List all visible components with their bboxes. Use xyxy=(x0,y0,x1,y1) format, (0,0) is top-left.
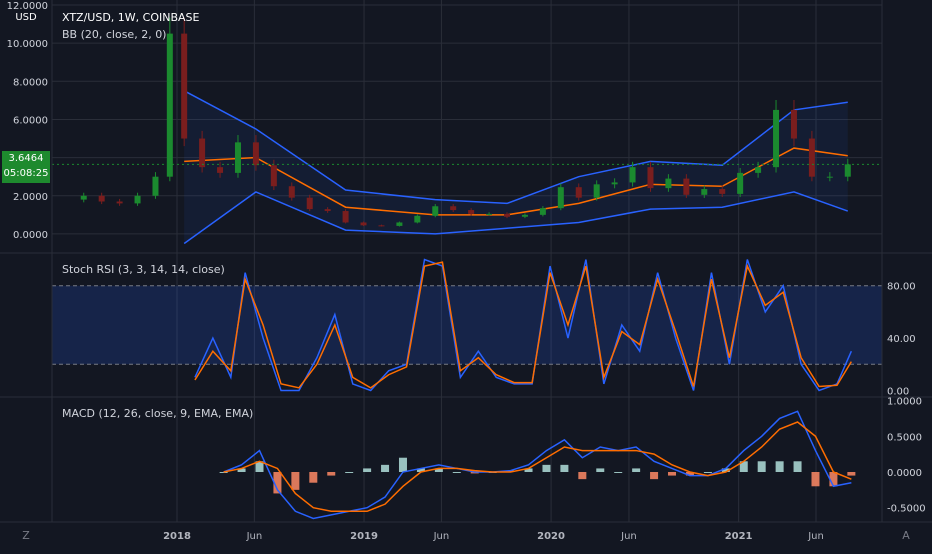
candle-body xyxy=(378,225,385,227)
chart-svg[interactable]: 2018 Jun 2019 Jun 2020 Jun 2021 Jun 12.0000 10.00… xyxy=(0,0,932,550)
candle-body xyxy=(486,213,493,215)
y-tick-label: 6.0000 xyxy=(13,115,48,126)
symbol-title[interactable]: XTZ/USD, 1W, COINBASE xyxy=(62,11,200,24)
macd-histogram-bar xyxy=(614,472,623,473)
candle-body xyxy=(790,109,797,139)
macd-histogram-bar xyxy=(560,464,569,472)
chart-stage: 2018 Jun 2019 Jun 2020 Jun 2021 Jun 12.0000 10.00… xyxy=(0,0,932,550)
macd-histogram-bar xyxy=(578,472,587,480)
y-tick-label: 0.0000 xyxy=(13,230,48,241)
x-tick-label: Jun xyxy=(246,531,263,542)
candle-body xyxy=(134,195,141,204)
stoch-y-tick-label: 80.00 xyxy=(887,282,916,293)
candle-body xyxy=(306,197,313,210)
macd-histogram-bar xyxy=(847,472,856,476)
bar-countdown: 05:08:25 xyxy=(3,168,49,179)
macd-histogram-bar xyxy=(291,472,300,490)
stoch-y-tick-label: 40.00 xyxy=(887,334,916,345)
candle-body xyxy=(217,167,224,173)
auto-scale-button[interactable]: A xyxy=(902,529,910,542)
macd-histogram-bar xyxy=(398,457,407,472)
macd-histogram-bar xyxy=(452,472,461,473)
candle-body xyxy=(611,182,618,185)
candle-body xyxy=(360,222,367,226)
candle-body xyxy=(539,208,546,215)
x-tick-label: 2019 xyxy=(350,531,378,542)
candle-body xyxy=(504,213,511,217)
candle-body xyxy=(80,195,87,200)
candle-body xyxy=(683,178,690,195)
candle-body xyxy=(844,164,851,177)
candle-body xyxy=(166,33,173,177)
candle-body xyxy=(432,206,439,216)
y-tick-label: 12.0000 xyxy=(7,1,48,12)
macd-y-tick-label: -0.5000 xyxy=(887,504,926,515)
macd-histogram-bar xyxy=(793,461,802,472)
candle-body xyxy=(773,109,780,168)
currency-label: USD xyxy=(15,12,37,23)
candle-body xyxy=(414,215,421,223)
x-tick-label: 2021 xyxy=(725,531,753,542)
candle-body xyxy=(396,222,403,226)
macd-histogram-bar xyxy=(327,472,336,476)
macd-histogram-bar xyxy=(345,472,354,473)
candle-body xyxy=(252,142,259,166)
macd-histogram-bar xyxy=(757,461,766,472)
candle-body xyxy=(324,209,331,212)
zoom-button[interactable]: Z xyxy=(22,529,30,542)
x-tick-label: Jun xyxy=(433,531,450,542)
candle-body xyxy=(647,167,654,189)
macd-histogram-bar xyxy=(596,468,605,472)
candle-body xyxy=(116,201,123,204)
x-tick-label: Jun xyxy=(807,531,824,542)
macd-histogram-bar xyxy=(363,468,372,472)
macd-y-tick-label: 1.0000 xyxy=(887,397,922,408)
macd-histogram-bar xyxy=(632,468,641,472)
x-tick-label: 2018 xyxy=(163,531,191,542)
stoch-rsi-legend[interactable]: Stoch RSI (3, 3, 14, 14, close) xyxy=(62,263,225,276)
macd-histogram-bar xyxy=(542,464,551,472)
candle-body xyxy=(152,176,159,196)
candle-body xyxy=(288,186,295,198)
candle-body xyxy=(468,210,475,214)
macd-histogram-bar xyxy=(775,461,784,472)
y-tick-label: 10.0000 xyxy=(7,39,48,50)
candle-body xyxy=(808,138,815,177)
macd-histogram-bar xyxy=(650,472,659,480)
candle-body xyxy=(98,195,105,202)
stoch-band-fill xyxy=(52,285,882,365)
macd-histogram-bar xyxy=(811,472,820,487)
macd-histogram-bar xyxy=(309,472,318,483)
candle-body xyxy=(181,33,188,139)
macd-y-tick-label: 0.5000 xyxy=(887,432,922,443)
candle-body xyxy=(575,187,582,198)
candle-body xyxy=(450,206,457,211)
candle-body xyxy=(557,187,564,209)
x-tick-label: 2020 xyxy=(537,531,565,542)
y-tick-label: 2.0000 xyxy=(13,192,48,203)
candle-body xyxy=(199,138,206,168)
candle-body xyxy=(234,142,241,173)
y-tick-label: 8.0000 xyxy=(13,77,48,88)
candle-body xyxy=(719,189,726,194)
macd-histogram-bar xyxy=(668,472,677,476)
candle-body xyxy=(629,167,636,183)
bb-legend[interactable]: BB (20, close, 2, 0) xyxy=(62,28,166,41)
macd-y-tick-label: 0.0000 xyxy=(887,468,922,479)
macd-legend[interactable]: MACD (12, 26, close, 9, EMA, EMA) xyxy=(62,407,253,420)
candle-body xyxy=(701,189,708,195)
macd-histogram-bar xyxy=(381,464,390,472)
candle-body xyxy=(826,176,833,178)
x-tick-label: Jun xyxy=(620,531,637,542)
candle-body xyxy=(342,211,349,223)
candle-body xyxy=(755,167,762,173)
last-price-value: 3.6464 xyxy=(8,153,44,164)
candle-body xyxy=(593,184,600,198)
candle-body xyxy=(737,172,744,194)
candle-body xyxy=(665,178,672,189)
candle-body xyxy=(270,165,277,187)
macd-histogram-bar xyxy=(703,472,712,473)
candle-body xyxy=(521,214,528,217)
